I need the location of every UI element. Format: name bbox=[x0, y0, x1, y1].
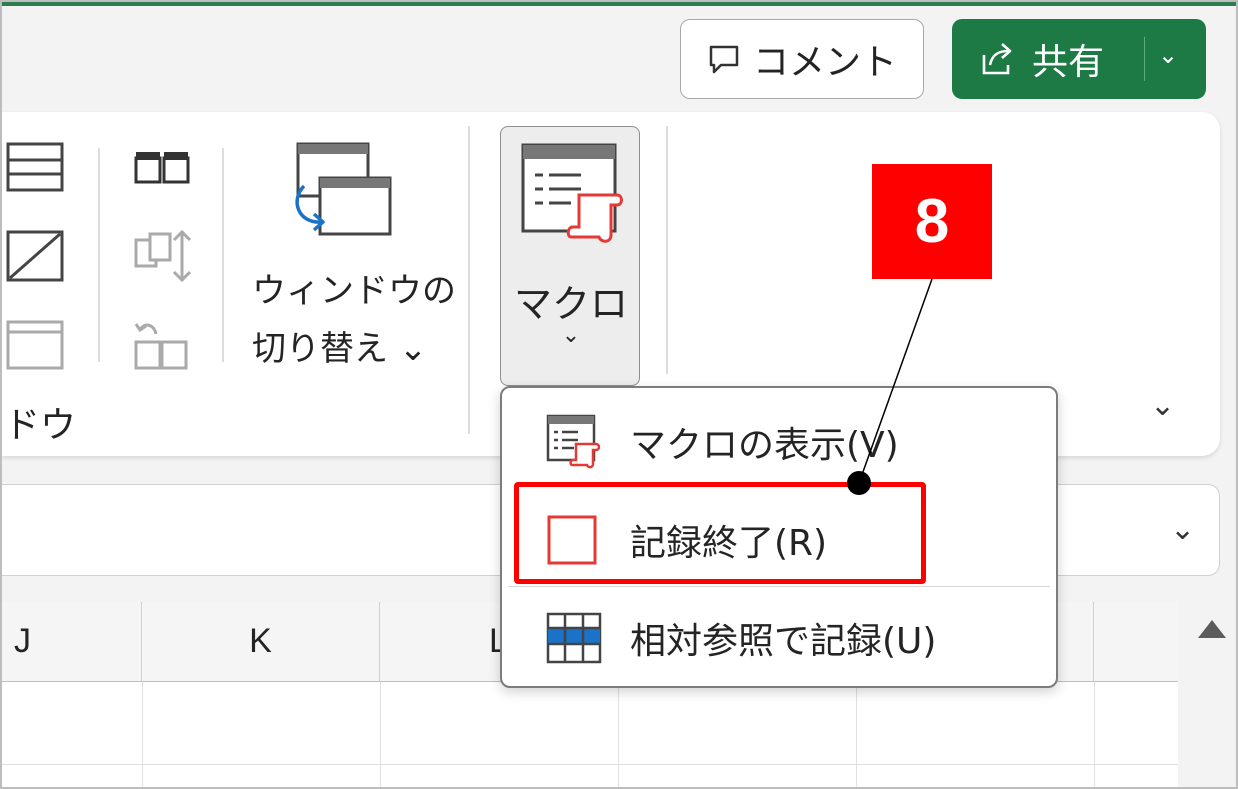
excel-window: コメント 共有 ⌄ ドウ ウィンドウの 切り替え ⌄ マクロ ⌄ ⌄ ⌄ J K… bbox=[0, 0, 1238, 789]
annotation-anchor-dot bbox=[847, 471, 871, 495]
annotation-leader-line bbox=[847, 278, 933, 495]
step-number-badge: 8 bbox=[872, 164, 992, 279]
